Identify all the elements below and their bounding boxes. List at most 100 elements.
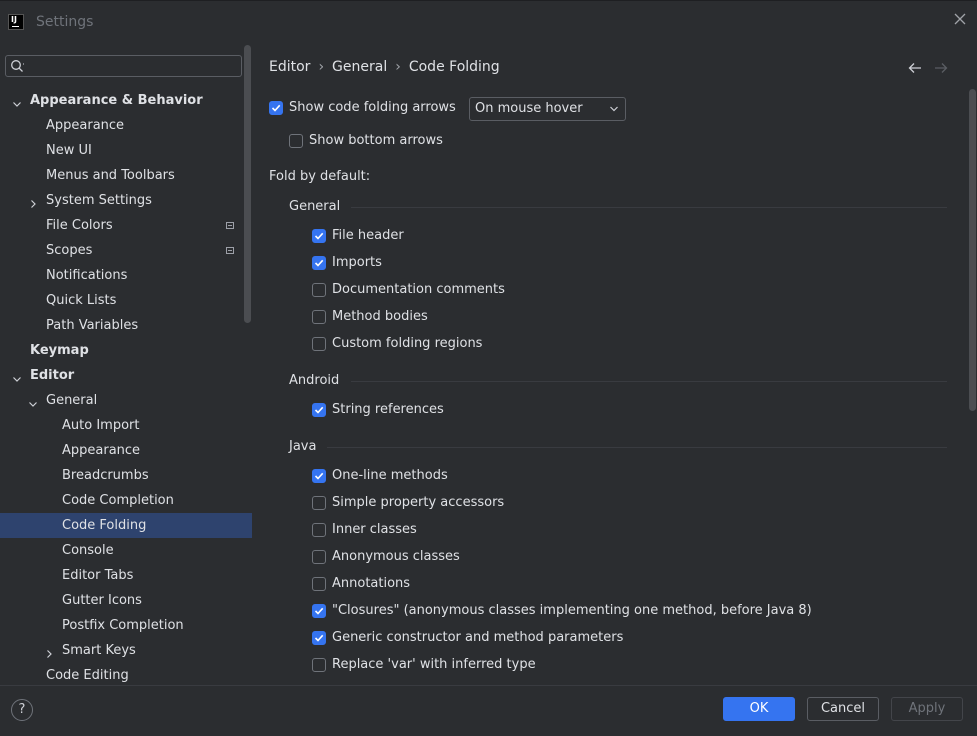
fold-option-checkbox[interactable]: [312, 256, 326, 270]
chevron-right-icon[interactable]: [27, 194, 39, 208]
group-separator: [351, 207, 947, 208]
sidebar-item[interactable]: Postfix Completion: [0, 613, 252, 638]
checkmark-icon: [271, 104, 281, 112]
settings-panel: Editor › General › Code Folding Show code fo…: [252, 45, 977, 685]
fold-option-checkbox[interactable]: [312, 229, 326, 243]
sidebar-item[interactable]: Smart Keys: [0, 638, 252, 663]
code-folding-content: Show code folding arrows On mouse hover …: [252, 85, 952, 685]
close-icon[interactable]: [953, 12, 967, 26]
fold-option-label: Imports: [332, 255, 382, 270]
fold-by-default-label: Fold by default:: [269, 169, 371, 184]
sidebar-item[interactable]: New UI: [0, 138, 252, 163]
fold-option-checkbox[interactable]: [312, 283, 326, 297]
search-icon: [11, 60, 24, 72]
sidebar-item[interactable]: General: [0, 388, 252, 413]
fold-option-label: One-line methods: [332, 468, 448, 483]
breadcrumb-item[interactable]: Editor: [269, 59, 310, 75]
sidebar-item[interactable]: Editor Tabs: [0, 563, 252, 588]
sidebar-item[interactable]: Editor: [0, 363, 252, 388]
sidebar-item[interactable]: Keymap: [0, 338, 252, 363]
sidebar-item[interactable]: Breadcrumbs: [0, 463, 252, 488]
sidebar-item[interactable]: Code Completion: [0, 488, 252, 513]
fold-option-checkbox[interactable]: [312, 577, 326, 591]
fold-option-checkbox[interactable]: [312, 604, 326, 618]
sidebar-item[interactable]: Notifications: [0, 263, 252, 288]
sidebar-item-label: Code Editing: [46, 668, 129, 683]
title-bar: IJ Settings: [0, 1, 977, 45]
sidebar-item[interactable]: Appearance: [0, 113, 252, 138]
fold-option-label: Simple property accessors: [332, 495, 505, 510]
fold-option-label: Inner classes: [332, 522, 417, 537]
sidebar-item-label: Code Folding: [62, 518, 147, 533]
sidebar-item[interactable]: Code Editing: [0, 663, 252, 685]
show-folding-arrows-checkbox[interactable]: [269, 101, 283, 115]
back-arrow-icon[interactable]: [907, 61, 923, 75]
content-scrollbar[interactable]: [969, 89, 976, 411]
app-icon: IJ: [8, 14, 24, 30]
cancel-button[interactable]: Cancel: [807, 697, 879, 721]
fold-option-label: Generic constructor and method parameter…: [332, 630, 624, 645]
fold-option-label: String references: [332, 402, 444, 417]
sidebar-item-label: System Settings: [46, 193, 152, 208]
chevron-down-icon[interactable]: [11, 369, 23, 382]
fold-option-checkbox[interactable]: [312, 337, 326, 351]
fold-option-label: Method bodies: [332, 309, 428, 324]
fold-option-label: Custom folding regions: [332, 336, 483, 351]
sidebar-item[interactable]: Appearance & Behavior: [0, 88, 252, 113]
sidebar-item-label: Quick Lists: [46, 293, 117, 308]
sidebar-item[interactable]: Quick Lists: [0, 288, 252, 313]
checkmark-icon: [314, 259, 324, 267]
fold-option-checkbox[interactable]: [312, 550, 326, 564]
group-title: General: [289, 199, 341, 214]
fold-option-label: "Closures" (anonymous classes implementi…: [332, 603, 812, 618]
checkmark-icon: [314, 406, 324, 414]
sidebar-item[interactable]: Gutter Icons: [0, 588, 252, 613]
sidebar-item[interactable]: Appearance: [0, 438, 252, 463]
fold-option-checkbox[interactable]: [312, 496, 326, 510]
sidebar-item[interactable]: Path Variables: [0, 313, 252, 338]
fold-option-checkbox[interactable]: [312, 631, 326, 645]
fold-option-checkbox[interactable]: [312, 658, 326, 672]
sidebar-scrollbar[interactable]: [244, 45, 251, 323]
sidebar-item-label: Breadcrumbs: [62, 468, 149, 483]
help-button[interactable]: ?: [11, 699, 33, 721]
fold-option-checkbox[interactable]: [312, 523, 326, 537]
sidebar-item[interactable]: Menus and Toolbars: [0, 163, 252, 188]
settings-sidebar: Appearance & Behavior Appearance New UI Men…: [0, 45, 252, 685]
window-title: Settings: [36, 14, 94, 30]
sidebar-item[interactable]: Scopes: [0, 238, 252, 263]
breadcrumb-item[interactable]: General: [332, 59, 387, 75]
sidebar-item-label: General: [46, 393, 98, 408]
arrows-mode-dropdown[interactable]: On mouse hover: [469, 97, 626, 121]
arrows-mode-value: On mouse hover: [475, 101, 583, 116]
fold-option-checkbox[interactable]: [312, 310, 326, 324]
forward-arrow-icon: [935, 63, 948, 73]
show-bottom-arrows-checkbox[interactable]: [289, 134, 303, 148]
sidebar-item[interactable]: Console: [0, 538, 252, 563]
chevron-down-icon[interactable]: [27, 394, 39, 407]
sidebar-item[interactable]: File Colors: [0, 213, 252, 238]
fold-option-label: Documentation comments: [332, 282, 505, 297]
sidebar-item-label: Editor Tabs: [62, 568, 134, 583]
sidebar-item-label: Menus and Toolbars: [46, 168, 175, 183]
ok-button[interactable]: OK: [723, 697, 795, 721]
dialog-footer: ? OK Cancel Apply: [0, 685, 977, 736]
chevron-down-icon[interactable]: [11, 94, 23, 107]
fold-option-checkbox[interactable]: [312, 469, 326, 483]
project-scope-icon: [226, 247, 234, 254]
group-title: Java: [289, 439, 317, 454]
sidebar-item-label: Code Completion: [62, 493, 174, 508]
sidebar-item-label: Appearance: [62, 443, 141, 458]
apply-button[interactable]: Apply: [891, 697, 963, 721]
sidebar-item[interactable]: Auto Import: [0, 413, 252, 438]
checkmark-icon: [314, 472, 324, 480]
search-input[interactable]: [5, 55, 242, 77]
sidebar-item[interactable]: System Settings: [0, 188, 252, 213]
sidebar-item-label: Postfix Completion: [62, 618, 184, 633]
checkmark-icon: [314, 232, 324, 240]
fold-option-checkbox[interactable]: [312, 403, 326, 417]
breadcrumb: Editor › General › Code Folding: [269, 59, 500, 75]
sidebar-item-label: Gutter Icons: [62, 593, 142, 608]
sidebar-item[interactable]: Code Folding: [0, 513, 252, 538]
chevron-right-icon[interactable]: [43, 644, 55, 658]
